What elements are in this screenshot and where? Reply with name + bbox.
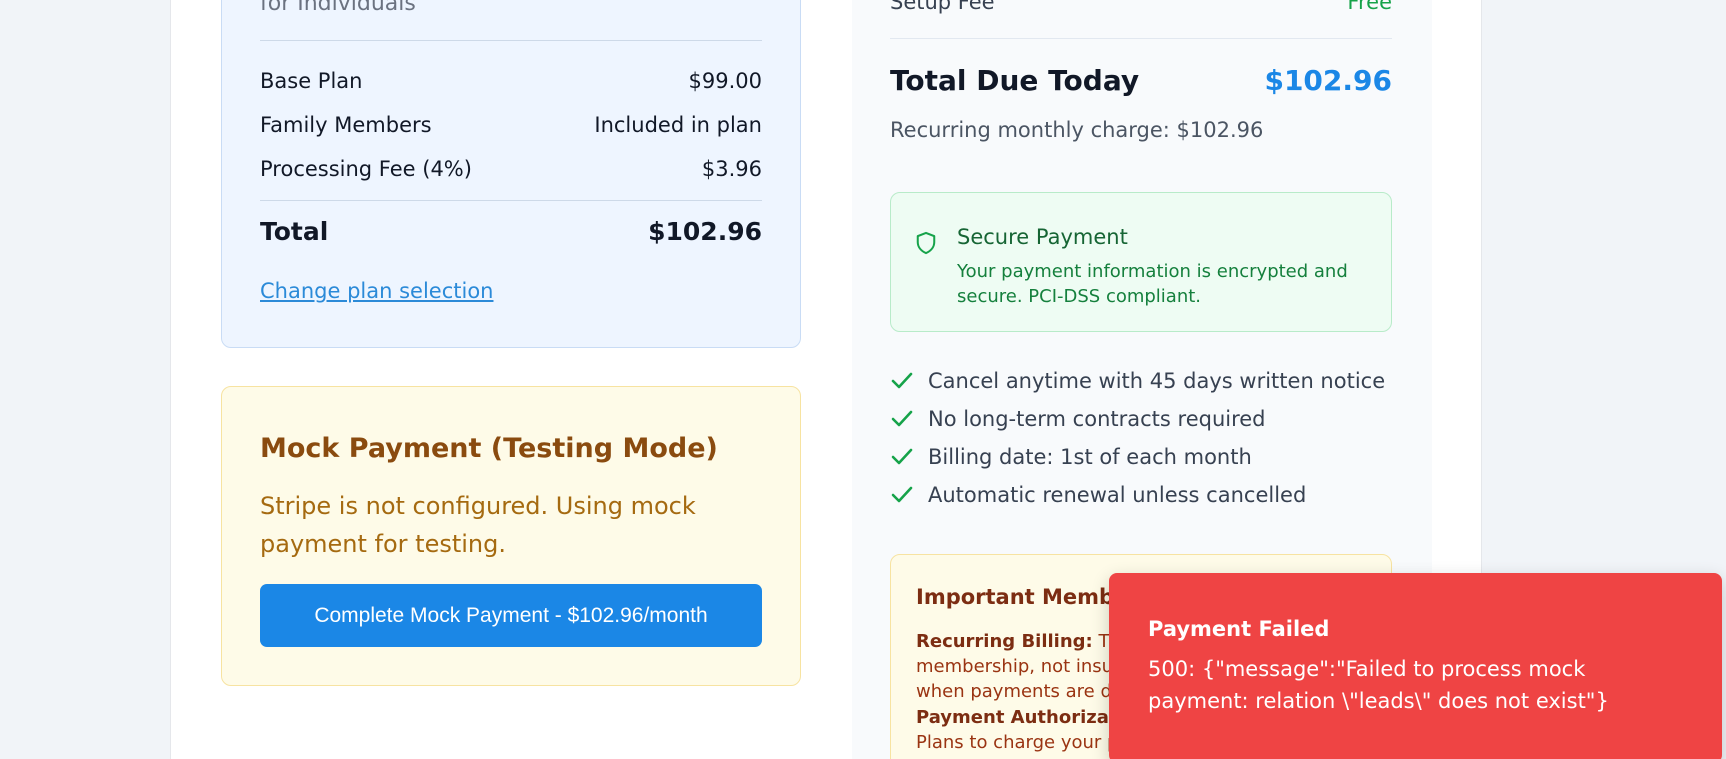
shield-icon: [916, 231, 936, 255]
secure-payment-title: Secure Payment: [957, 225, 1128, 249]
total-value: $102.96: [648, 217, 762, 246]
total-due-amount: $102.96: [1264, 64, 1392, 97]
plan-subtitle: for Individuals: [260, 0, 416, 16]
toast-title: Payment Failed: [1148, 617, 1330, 641]
list-item-text: Billing date: 1st of each month: [928, 445, 1252, 469]
check-icon: [891, 372, 913, 389]
row-label: Processing Fee (4%): [260, 157, 472, 181]
row-value: $99.00: [688, 69, 762, 93]
divider: [260, 40, 762, 41]
list-item: Cancel anytime with 45 days written noti…: [890, 362, 1392, 400]
change-plan-link[interactable]: Change plan selection: [260, 279, 493, 303]
summary-row-base-plan: Base Plan $99.00: [260, 69, 762, 93]
recurring-charge-text: Recurring monthly charge: $102.96: [890, 118, 1264, 142]
list-item-text: Automatic renewal unless cancelled: [928, 483, 1307, 507]
error-toast[interactable]: Payment Failed 500: {"message":"Failed t…: [1109, 573, 1722, 759]
row-value: $3.96: [701, 157, 762, 181]
mock-payment-description: Stripe is not configured. Using mock pay…: [260, 492, 696, 558]
total-label: Total: [260, 217, 329, 246]
row-label: Base Plan: [260, 69, 363, 93]
check-icon: [891, 410, 913, 427]
plan-summary-card: for Individuals Base Plan $99.00 Family …: [221, 0, 801, 348]
total-due-row: Total Due Today $102.96: [890, 64, 1392, 97]
setup-fee-row: Setup Fee Free: [890, 0, 1392, 14]
secure-payment-description: Your payment information is encrypted an…: [957, 261, 1348, 307]
setup-fee-value: Free: [1347, 0, 1392, 14]
row-label: Family Members: [260, 113, 432, 137]
summary-row-total: Total $102.96: [260, 217, 762, 246]
benefits-list: Cancel anytime with 45 days written noti…: [890, 362, 1392, 514]
list-item: Billing date: 1st of each month: [890, 438, 1392, 476]
mock-payment-card: Mock Payment (Testing Mode) Stripe is no…: [221, 386, 801, 686]
complete-mock-payment-button[interactable]: Complete Mock Payment - $102.96/month: [260, 584, 762, 647]
total-due-label: Total Due Today: [890, 64, 1140, 97]
row-value: Included in plan: [594, 113, 762, 137]
check-icon: [891, 486, 913, 503]
recurring-billing-label: Recurring Billing:: [916, 631, 1093, 652]
mock-payment-title: Mock Payment (Testing Mode): [260, 433, 718, 464]
summary-row-family-members: Family Members Included in plan: [260, 113, 762, 137]
divider: [890, 38, 1392, 39]
summary-row-processing-fee: Processing Fee (4%) $3.96: [260, 157, 762, 181]
list-item-text: No long-term contracts required: [928, 407, 1266, 431]
secure-payment-notice: Secure Payment Your payment information …: [890, 192, 1392, 332]
toast-message: 500: {"message":"Failed to process mock …: [1148, 657, 1609, 713]
list-item: Automatic renewal unless cancelled: [890, 476, 1392, 514]
divider: [260, 200, 762, 201]
setup-fee-label: Setup Fee: [890, 0, 995, 14]
list-item: No long-term contracts required: [890, 400, 1392, 438]
check-icon: [891, 448, 913, 465]
list-item-text: Cancel anytime with 45 days written noti…: [928, 369, 1386, 393]
